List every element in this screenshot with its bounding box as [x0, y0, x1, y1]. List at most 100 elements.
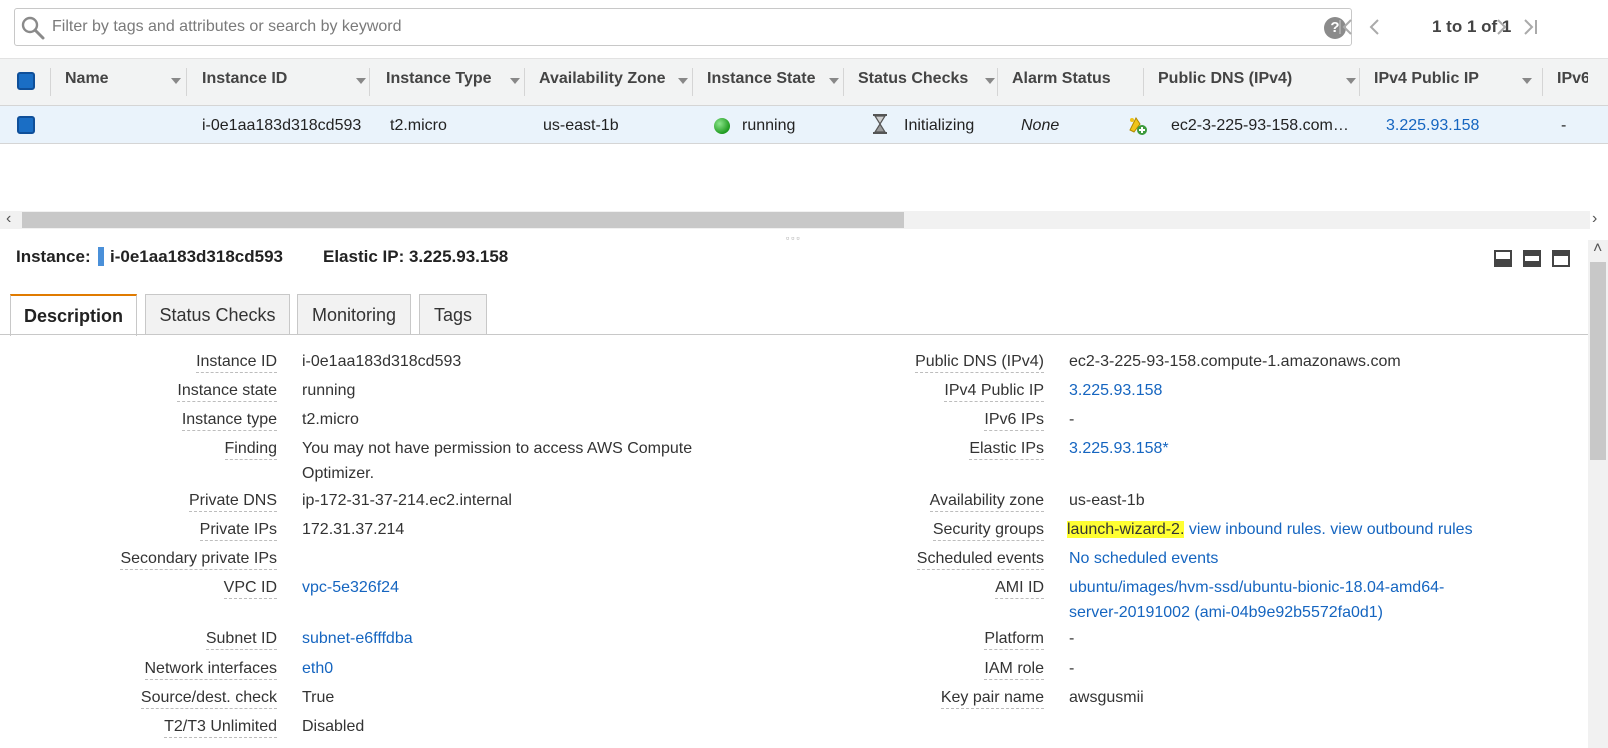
hourglass-icon: [873, 114, 887, 134]
label-instance-id: Instance ID: [196, 353, 277, 373]
label-finding: Finding: [224, 440, 277, 460]
vertical-scrollbar-thumb[interactable]: [1590, 262, 1606, 460]
column-header-status-checks[interactable]: Status Checks: [858, 70, 968, 88]
tab-status-checks[interactable]: Status Checks: [145, 294, 290, 335]
row-instance-state: running: [742, 117, 796, 134]
column-header-public-dns[interactable]: Public DNS (IPv4): [1158, 70, 1292, 88]
layout-top-icon[interactable]: [1552, 250, 1570, 267]
value-ipv4-public-ip[interactable]: 3.225.93.158: [1069, 382, 1162, 400]
row-instance-id: i-0e1aa183d318cd593: [202, 117, 362, 134]
column-header-name[interactable]: Name: [65, 70, 109, 88]
label-instance-type: Instance type: [181, 411, 277, 431]
view-inbound-rules-link[interactable]: view inbound rules.: [1189, 521, 1326, 538]
detail-instance-id: i-0e1aa183d318cd593: [110, 247, 283, 266]
label-network-interfaces: Network interfaces: [144, 660, 277, 680]
search-icon: [21, 16, 45, 40]
value-instance-type: t2.micro: [302, 411, 359, 428]
layout-split-icon[interactable]: [1523, 250, 1541, 267]
column-header-instance-type[interactable]: Instance Type: [386, 70, 492, 88]
value-subnet-id[interactable]: subnet-e6fffdba: [302, 630, 413, 648]
row-ipv4-public-ip[interactable]: 3.225.93.158: [1386, 117, 1479, 135]
instance-marker: [98, 247, 104, 266]
sort-caret-icon[interactable]: [1522, 78, 1532, 84]
label-private-ips: Private IPs: [199, 521, 277, 541]
value-iam-role: -: [1069, 660, 1075, 677]
sort-caret-icon[interactable]: [356, 78, 366, 84]
label-ipv4-public-ip: IPv4 Public IP: [944, 382, 1044, 402]
value-key-pair-name: awsgusmii: [1069, 689, 1144, 706]
horizontal-scrollbar-thumb[interactable]: [22, 212, 904, 228]
tab-tags[interactable]: Tags: [419, 294, 487, 335]
tab-description[interactable]: Description: [10, 294, 137, 336]
value-private-ips: 172.31.37.214: [302, 521, 405, 538]
column-header-ipv4-public-ip[interactable]: IPv4 Public IP: [1374, 70, 1479, 88]
column-header-ipv6-ip[interactable]: IPv6 IP: [1557, 70, 1588, 88]
value-security-groups: launch-wizard-2. view inbound rules. vie…: [1067, 521, 1473, 539]
label-public-dns: Public DNS (IPv4): [915, 353, 1044, 373]
value-ipv6-ips: -: [1069, 411, 1075, 428]
sort-caret-icon[interactable]: [510, 78, 520, 84]
value-instance-state: running: [302, 382, 356, 399]
value-elastic-ips[interactable]: 3.225.93.158*: [1069, 440, 1169, 458]
sort-caret-icon[interactable]: [678, 78, 688, 84]
layout-bottom-icon[interactable]: [1494, 250, 1512, 267]
detail-elastic-ip: Elastic IP: 3.225.93.158: [323, 247, 509, 266]
label-subnet-id: Subnet ID: [205, 630, 277, 650]
row-availability-zone: us-east-1b: [543, 117, 619, 134]
label-source-dest-check: Source/dest. check: [140, 689, 277, 709]
first-page-icon[interactable]: [1334, 14, 1360, 40]
row-checkbox[interactable]: [17, 116, 35, 134]
prev-page-icon[interactable]: [1362, 14, 1388, 40]
resize-handle-icon[interactable]: ▫▫▫: [786, 233, 802, 243]
value-finding-line1: You may not have permission to access AW…: [302, 440, 693, 457]
sort-caret-icon[interactable]: [985, 78, 995, 84]
label-elastic-ips: Elastic IPs: [969, 440, 1044, 460]
label-availability-zone: Availability zone: [929, 492, 1044, 512]
label-ipv6-ips: IPv6 IPs: [984, 411, 1044, 431]
sort-caret-icon[interactable]: [829, 78, 839, 84]
label-t2t3-unlimited: T2/T3 Unlimited: [164, 718, 277, 738]
view-outbound-rules-link[interactable]: view outbound rules: [1330, 521, 1472, 538]
value-public-dns: ec2-3-225-93-158.compute-1.amazonaws.com: [1069, 353, 1401, 370]
label-iam-role: IAM role: [984, 660, 1044, 680]
row-public-dns: ec2-3-225-93-158.com…: [1171, 117, 1349, 134]
value-finding-line2: Optimizer.: [302, 465, 375, 482]
next-page-icon[interactable]: [1488, 14, 1514, 40]
column-header-availability-zone[interactable]: Availability Zone: [539, 70, 666, 88]
column-header-instance-id[interactable]: Instance ID: [202, 70, 287, 88]
select-all-checkbox[interactable]: [17, 72, 35, 90]
label-instance-state: Instance state: [177, 382, 277, 402]
scroll-right-icon[interactable]: ›: [1592, 210, 1597, 228]
value-private-dns: ip-172-31-37-214.ec2.internal: [302, 492, 512, 509]
label-key-pair-name: Key pair name: [940, 689, 1044, 709]
label-vpc-id: VPC ID: [223, 579, 277, 599]
detail-instance-label: Instance:: [16, 247, 91, 266]
row-ipv6-ip: -: [1561, 117, 1567, 134]
column-header-alarm-status[interactable]: Alarm Status: [1012, 70, 1111, 88]
row-instance-type: t2.micro: [390, 117, 447, 134]
row-status-checks: Initializing: [904, 117, 975, 134]
tab-monitoring[interactable]: Monitoring: [297, 294, 411, 335]
value-ami-id-line1[interactable]: ubuntu/images/hvm-ssd/ubuntu-bionic-18.0…: [1069, 579, 1444, 597]
security-group-link[interactable]: launch-wizard-2.: [1067, 521, 1185, 538]
value-vpc-id[interactable]: vpc-5e326f24: [302, 579, 399, 597]
value-scheduled-events[interactable]: No scheduled events: [1069, 550, 1218, 568]
sort-caret-icon[interactable]: [171, 78, 181, 84]
scroll-left-icon[interactable]: ‹: [6, 210, 11, 228]
value-availability-zone: us-east-1b: [1069, 492, 1145, 509]
value-platform: -: [1069, 630, 1075, 647]
sort-caret-icon[interactable]: [1346, 78, 1356, 84]
column-header-instance-state[interactable]: Instance State: [707, 70, 815, 88]
label-private-dns: Private DNS: [188, 492, 277, 512]
label-security-groups: Security groups: [932, 521, 1044, 541]
label-secondary-private-ips: Secondary private IPs: [120, 550, 277, 570]
value-ami-id-line2[interactable]: server-20191002 (ami-04b9e92b5572fa0d1): [1069, 604, 1383, 622]
scroll-up-icon[interactable]: ˄: [1593, 240, 1602, 258]
running-status-icon: [714, 118, 730, 134]
value-source-dest-check: True: [302, 689, 335, 706]
search-input[interactable]: [50, 12, 1290, 42]
label-platform: Platform: [984, 630, 1044, 650]
add-alarm-icon[interactable]: [1126, 114, 1148, 136]
value-network-interfaces[interactable]: eth0: [302, 660, 333, 678]
last-page-icon[interactable]: [1516, 14, 1542, 40]
